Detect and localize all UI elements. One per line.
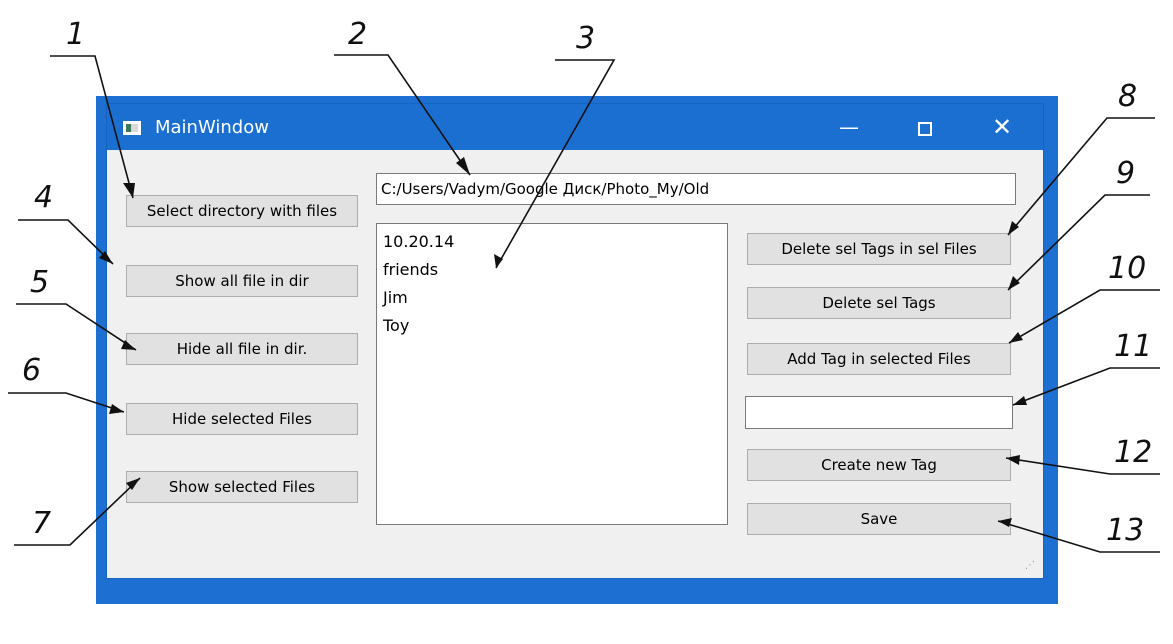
callout-number-7: 7: [32, 506, 51, 541]
callout-number-1: 1: [66, 17, 85, 52]
new-tag-field[interactable]: [745, 396, 1013, 429]
callout-number-3: 3: [576, 21, 595, 56]
callout-number-8: 8: [1118, 79, 1137, 114]
add-tag-button[interactable]: Add Tag in selected Files: [747, 343, 1011, 375]
callout-number-5: 5: [30, 265, 49, 300]
hide-selected-files-button[interactable]: Hide selected Files: [126, 403, 358, 435]
resize-grip-icon[interactable]: ⋰: [1025, 560, 1037, 572]
callout-number-4: 4: [34, 180, 53, 215]
main-window: MainWindow — ✕ Select directory with fil…: [106, 103, 1044, 579]
callout-number-11: 11: [1114, 329, 1152, 364]
callout-number-10: 10: [1108, 251, 1146, 286]
callout-number-13: 13: [1106, 513, 1144, 548]
maximize-button[interactable]: [902, 104, 948, 150]
list-item[interactable]: 10.20.14: [383, 228, 727, 256]
callout-number-9: 9: [1116, 156, 1135, 191]
select-directory-button[interactable]: Select directory with files: [126, 195, 358, 227]
title-bar[interactable]: MainWindow — ✕: [107, 104, 1043, 150]
show-selected-files-button[interactable]: Show selected Files: [126, 471, 358, 503]
create-tag-button[interactable]: Create new Tag: [747, 449, 1011, 481]
delete-tags-in-files-button[interactable]: Delete sel Tags in sel Files: [747, 233, 1011, 265]
list-item[interactable]: friends: [383, 256, 727, 284]
app-window-icon: [123, 121, 141, 135]
list-item[interactable]: Toy: [383, 312, 727, 340]
callout-number-12: 12: [1114, 435, 1152, 470]
close-button[interactable]: ✕: [979, 104, 1025, 150]
tag-list[interactable]: 10.20.14 friends Jim Toy: [376, 223, 728, 525]
save-button[interactable]: Save: [747, 503, 1011, 535]
directory-path-field[interactable]: C:/Users/Vadym/Google Диск/Photo_My/Old: [376, 173, 1016, 205]
list-item[interactable]: Jim: [383, 284, 727, 312]
window-title: MainWindow: [155, 117, 269, 138]
callout-number-6: 6: [22, 353, 41, 388]
maximize-icon: [918, 121, 932, 136]
callout-number-2: 2: [348, 17, 367, 52]
hide-all-files-button[interactable]: Hide all file in dir.: [126, 333, 358, 365]
delete-tags-button[interactable]: Delete sel Tags: [747, 287, 1011, 319]
show-all-files-button[interactable]: Show all file in dir: [126, 265, 358, 297]
minimize-button[interactable]: —: [826, 104, 872, 150]
